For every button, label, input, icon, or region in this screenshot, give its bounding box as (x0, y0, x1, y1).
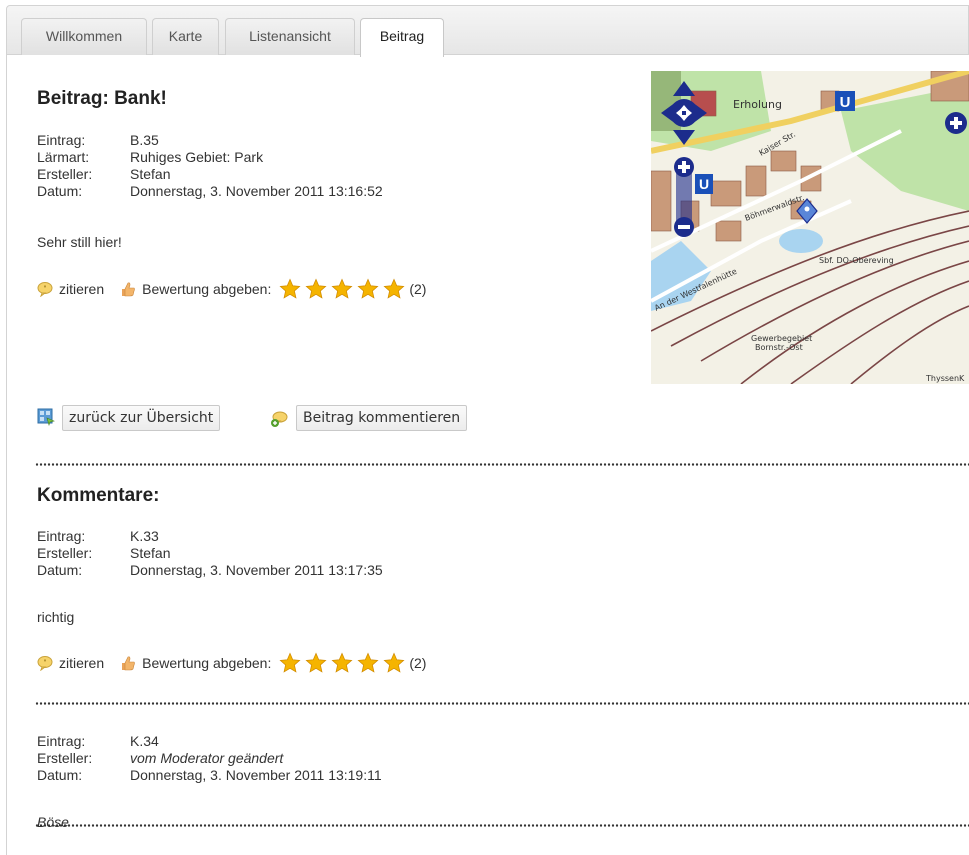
rating-count: (2) (409, 655, 427, 671)
tab-listenansicht[interactable]: Listenansicht (225, 18, 355, 55)
location-map[interactable]: U U Erholung Sbf. DO-Obereving Gewerbege… (651, 71, 969, 384)
svg-text:U: U (699, 176, 709, 192)
svg-text:": " (43, 285, 46, 293)
comment-meta: Eintrag: K.33 Ersteller: Stefan Datum: Donn… (37, 528, 383, 579)
thumbs-up-icon (122, 656, 135, 671)
tab-willkommen[interactable]: Willkommen (21, 18, 147, 55)
meta-key-eintrag: Eintrag: (37, 733, 86, 749)
back-to-overview-button[interactable]: zurück zur Übersicht (62, 405, 221, 431)
map-label-gewerbe2: Bornstr.-Ost (755, 343, 803, 352)
tab-bar: Willkommen Karte Listenansicht Beitrag (6, 5, 969, 57)
meta-value-laermart: Ruhiges Gebiet: Park (130, 149, 264, 165)
meta-key-laermart: Lärmart: (37, 149, 90, 165)
comment-rating-stars (279, 652, 409, 674)
star-icon[interactable] (331, 652, 353, 674)
comment-actions: " zitieren Bewertung abgeben: (2) (37, 651, 426, 675)
meta-value-ersteller: Stefan (130, 545, 171, 561)
star-icon[interactable] (357, 652, 379, 674)
meta-key-ersteller: Ersteller: (37, 166, 93, 182)
star-icon[interactable] (331, 278, 353, 300)
cite-link[interactable]: zitieren (59, 655, 104, 671)
map-image: U U Erholung Sbf. DO-Obereving Gewerbege… (651, 71, 969, 384)
meta-value-datum: Donnerstag, 3. November 2011 13:19:11 (130, 767, 382, 783)
star-icon[interactable] (279, 278, 301, 300)
comment-text: Böse (37, 814, 69, 830)
star-icon[interactable] (357, 278, 379, 300)
star-icon[interactable] (305, 278, 327, 300)
map-zoom-control[interactable] (674, 157, 694, 237)
star-icon[interactable] (279, 652, 301, 674)
meta-key-datum: Datum: (37, 562, 83, 578)
star-icon[interactable] (383, 278, 405, 300)
post-title: Beitrag: Bank! (37, 88, 167, 109)
star-icon[interactable] (305, 652, 327, 674)
divider (35, 824, 969, 827)
post-text: Sehr still hier! (37, 234, 122, 250)
cite-icon: " (37, 282, 53, 297)
meta-key-datum: Datum: (37, 767, 83, 783)
meta-value-ersteller: vom Moderator geändert (130, 750, 284, 766)
rate-label: Bewertung abgeben: (142, 281, 272, 297)
meta-key-ersteller: Ersteller: (37, 750, 93, 766)
thumbs-up-icon (122, 282, 135, 297)
layer-switcher-icon[interactable] (945, 112, 967, 134)
post-actions: " zitieren Bewertung abgeben: (2) (37, 277, 426, 301)
comments-heading: Kommentare: (37, 485, 160, 506)
cite-icon: " (37, 656, 53, 671)
meta-key-eintrag: Eintrag: (37, 132, 86, 148)
cite-link[interactable]: zitieren (59, 281, 104, 297)
tab-karte[interactable]: Karte (152, 18, 219, 55)
meta-value-datum: Donnerstag, 3. November 2011 13:17:35 (130, 562, 383, 578)
svg-text:U: U (840, 94, 851, 111)
overview-icon (37, 408, 55, 426)
meta-value-datum: Donnerstag, 3. November 2011 13:16:52 (130, 183, 383, 199)
meta-value-ersteller: Stefan (130, 166, 171, 182)
meta-key-ersteller: Ersteller: (37, 545, 93, 561)
divider (35, 463, 969, 466)
comment-text: richtig (37, 609, 75, 625)
star-icon[interactable] (383, 652, 405, 674)
comment-meta: Eintrag: K.34 Ersteller: vom Moderator geä… (37, 733, 382, 784)
meta-value-eintrag: B.35 (130, 132, 159, 148)
map-label-gewerbe1: Gewerbegebiet (751, 334, 812, 343)
map-label-thyssen: ThyssenK (925, 374, 965, 383)
svg-text:": " (43, 659, 46, 667)
divider (35, 702, 969, 705)
meta-key-eintrag: Eintrag: (37, 528, 86, 544)
post-rating-stars (279, 278, 409, 300)
rate-label: Bewertung abgeben: (142, 655, 272, 671)
meta-key-datum: Datum: (37, 183, 83, 199)
comment-post-button[interactable]: Beitrag kommentieren (296, 405, 468, 431)
meta-value-eintrag: K.33 (130, 528, 159, 544)
rating-count: (2) (409, 281, 427, 297)
post-meta: Eintrag: B.35 Lärmart: Ruhiges Gebiet: Par… (37, 132, 383, 200)
add-comment-icon (271, 411, 288, 427)
map-label-sbf: Sbf. DO-Obereving (819, 256, 894, 265)
tab-beitrag[interactable]: Beitrag (360, 18, 444, 57)
map-label-erholung: Erholung (733, 98, 782, 111)
content-border (6, 54, 7, 855)
meta-value-eintrag: K.34 (130, 733, 159, 749)
